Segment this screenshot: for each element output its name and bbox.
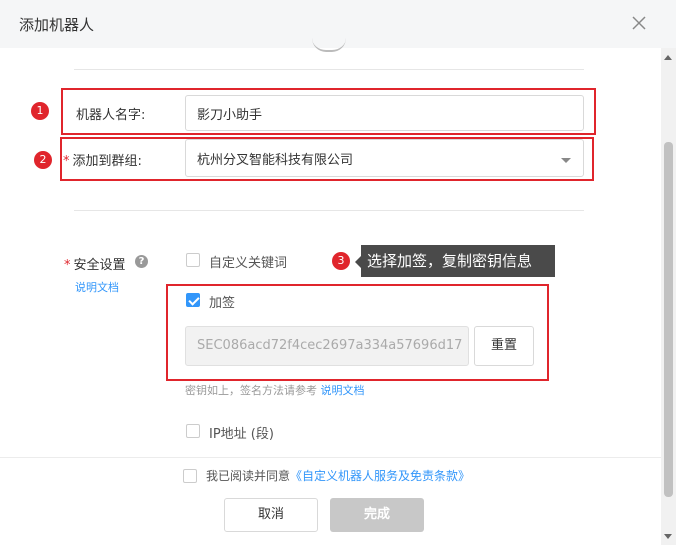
scroll-up-arrow-icon[interactable] (664, 55, 672, 60)
divider-mid (74, 210, 584, 211)
annotation-badge-1: 1 (31, 102, 49, 120)
secret-hint: 密钥如上，签名方法请参考 说明文档 (185, 382, 365, 398)
group-select[interactable]: 杭州分叉智能科技有限公司 (185, 139, 584, 177)
scroll-down-arrow-icon[interactable] (664, 534, 672, 539)
annotation-badge-2: 2 (34, 151, 52, 169)
help-icon[interactable]: ? (135, 255, 148, 268)
hint-text: 密钥如上，签名方法请参考 (185, 384, 317, 397)
chevron-down-icon (561, 158, 571, 163)
group-label: * 添加到群组: (63, 150, 142, 169)
robot-name-value: 影刀小助手 (197, 107, 263, 123)
close-icon[interactable] (630, 14, 648, 32)
reset-button[interactable]: 重置 (474, 326, 534, 366)
scrollbar-thumb[interactable] (664, 142, 673, 497)
cancel-button[interactable]: 取消 (224, 498, 318, 532)
group-label-text: 添加到群组: (72, 154, 142, 169)
custom-keyword-label: 自定义关键词 (209, 256, 288, 271)
required-mark: * (63, 154, 70, 169)
annotation-tooltip: 选择加签，复制密钥信息 (361, 245, 555, 277)
security-doc-link[interactable]: 说明文档 (75, 279, 119, 295)
group-value: 杭州分叉智能科技有限公司 (197, 152, 354, 168)
done-button[interactable]: 完成 (330, 498, 424, 532)
sign-checkbox[interactable] (186, 293, 200, 307)
security-label-text: 安全设置 (73, 258, 126, 273)
annotation-badge-3: 3 (332, 252, 350, 270)
robot-name-label: 机器人名字: (76, 108, 146, 123)
terms-link[interactable]: 《自定义机器人服务及免责条款》 (290, 469, 470, 483)
robot-name-input[interactable]: 影刀小助手 (185, 95, 584, 131)
sign-label: 加签 (209, 296, 236, 311)
ip-checkbox[interactable] (186, 424, 200, 438)
required-mark-security: * (64, 258, 71, 273)
ip-label: IP地址 (段) (209, 427, 274, 442)
agree-checkbox[interactable] (183, 469, 197, 483)
divider-top (74, 69, 584, 70)
agree-text: 我已阅读并同意《自定义机器人服务及免责条款》 (206, 467, 470, 484)
agree-label: 我已阅读并同意 (206, 469, 291, 483)
custom-keyword-checkbox[interactable] (186, 253, 200, 267)
dialog-title: 添加机器人 (19, 16, 95, 34)
avatar-partial (312, 38, 346, 52)
secret-field[interactable]: SEC086acd72f4cec2697a334a57696d17 (185, 326, 469, 366)
security-label: * 安全设置 (64, 254, 126, 273)
hint-doc-link[interactable]: 说明文档 (321, 384, 365, 397)
